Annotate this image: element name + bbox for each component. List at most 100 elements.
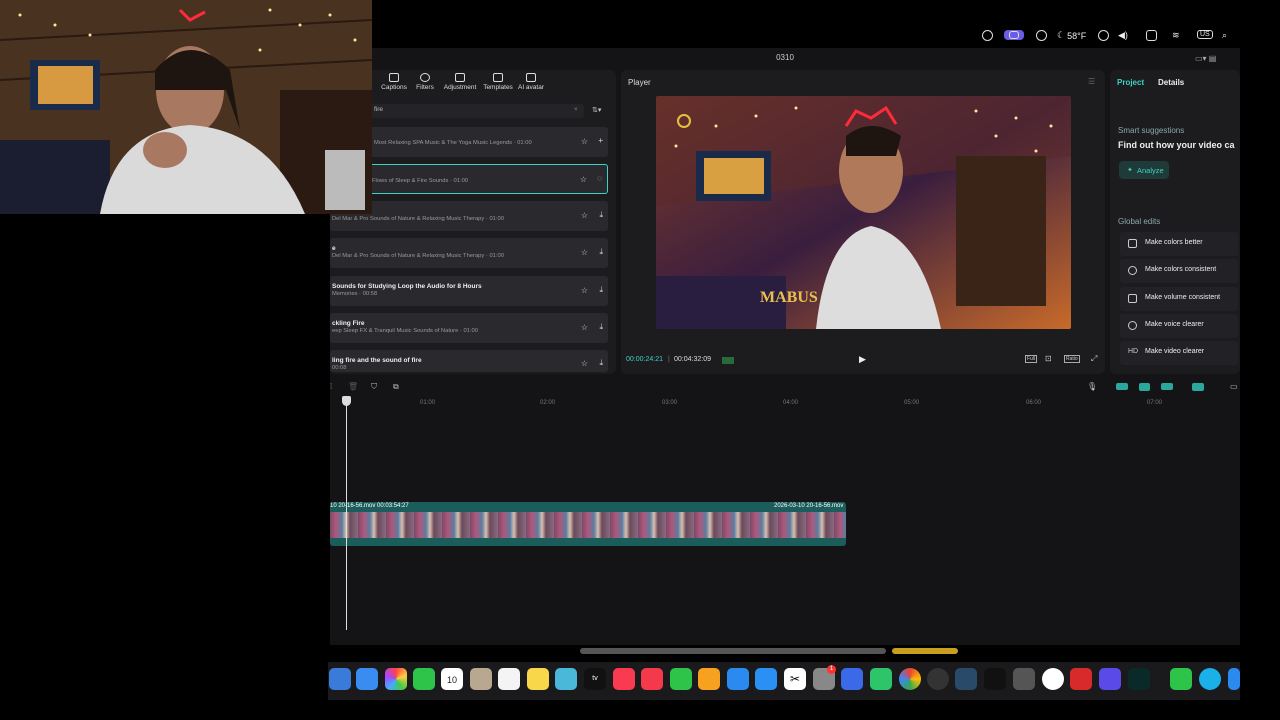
- timeline-scrollbar[interactable]: [580, 648, 886, 654]
- keynote-icon[interactable]: [727, 668, 749, 690]
- favorite-star-icon[interactable]: ☆: [581, 286, 588, 295]
- track-title: Sounds for Studying Loop the Audio for 8…: [332, 283, 482, 290]
- aspect-icon[interactable]: ⧉: [393, 382, 399, 392]
- layout-icon[interactable]: ▭▾ ▤: [1195, 54, 1216, 63]
- weather-temp: 58°F: [1067, 30, 1087, 41]
- numbers-icon[interactable]: [670, 668, 692, 690]
- download-icon[interactable]: ⤓: [599, 285, 603, 295]
- tool-ai-avatar[interactable]: AI avatar: [511, 73, 551, 91]
- favorite-star-icon[interactable]: ☆: [581, 211, 588, 220]
- tool-adjustment[interactable]: Adjustment: [440, 73, 480, 91]
- preview-app-icon[interactable]: [841, 668, 863, 690]
- obs-icon[interactable]: [927, 668, 949, 690]
- control-icon[interactable]: [982, 30, 993, 41]
- chrome-icon[interactable]: [899, 668, 921, 690]
- list-item[interactable]: ckling Fire eep Sleep FX & Tranquil Musi…: [330, 313, 608, 343]
- tiktok-icon[interactable]: [984, 668, 1006, 690]
- tab-details[interactable]: Details: [1158, 78, 1184, 87]
- download-icon[interactable]: ⤓: [599, 247, 603, 257]
- download-icon[interactable]: ⤓: [599, 210, 603, 220]
- zoom-fit-icon[interactable]: ▭: [1230, 382, 1238, 391]
- analyze-button[interactable]: ✦ Analyze: [1119, 161, 1169, 179]
- list-item[interactable]: e Del Mar & Pro Sounds of Nature & Relax…: [330, 238, 608, 268]
- screen-share-icon[interactable]: [1004, 30, 1024, 40]
- apple-tv-icon[interactable]: tv: [584, 668, 606, 690]
- clip-thumbnails: [330, 512, 846, 538]
- favorite-star-icon[interactable]: ☆: [580, 175, 587, 184]
- favorite-star-icon[interactable]: ☆: [581, 248, 588, 257]
- grid-app-icon[interactable]: [1099, 668, 1121, 690]
- freeform-icon[interactable]: [555, 668, 577, 690]
- reminders-icon[interactable]: [498, 668, 520, 690]
- contacts-icon[interactable]: [470, 668, 492, 690]
- edit-make-video-clearer[interactable]: HD Make video clearer: [1120, 341, 1238, 365]
- playhead-handle[interactable]: [342, 396, 351, 406]
- snap-toggle-icon[interactable]: [1161, 383, 1173, 390]
- calendar-icon[interactable]: 10: [441, 668, 463, 690]
- whatsapp-icon[interactable]: [870, 668, 892, 690]
- edit-make-volume-consistent[interactable]: Make volume consistent: [1120, 287, 1238, 311]
- script-editor-icon[interactable]: [1013, 668, 1035, 690]
- list-item[interactable]: ling fire and the sound of fire 00:08 ☆ …: [330, 350, 608, 372]
- among-us-icon[interactable]: [1070, 668, 1092, 690]
- waveform-app-icon[interactable]: [1128, 668, 1150, 690]
- tab-project[interactable]: Project: [1117, 78, 1144, 87]
- edit-make-voice-clearer[interactable]: Make voice clearer: [1120, 314, 1238, 338]
- partial-dock-icon[interactable]: [1228, 668, 1240, 690]
- ratio-button[interactable]: Ratio: [1064, 355, 1080, 363]
- list-item[interactable]: Sounds for Studying Loop the Audio for 8…: [330, 276, 608, 306]
- notes-icon[interactable]: [527, 668, 549, 690]
- weather-widget[interactable]: ☾ 58°F: [1057, 30, 1086, 41]
- play-button[interactable]: ▶: [859, 354, 866, 365]
- filter-sort-icon[interactable]: ⇅▾: [592, 106, 601, 114]
- input-source-badge[interactable]: US: [1197, 30, 1213, 39]
- favorite-star-icon[interactable]: ☆: [581, 137, 588, 146]
- download-icon[interactable]: ⤓: [599, 322, 603, 332]
- split-icon[interactable]: ⁞: [330, 382, 332, 391]
- favorite-star-icon[interactable]: ☆: [581, 323, 588, 332]
- app-store-icon[interactable]: [755, 668, 777, 690]
- favorite-star-icon[interactable]: ☆: [581, 359, 588, 368]
- fullscreen-icon[interactable]: ⤢: [1091, 354, 1097, 364]
- magnet-toggle-icon[interactable]: [1139, 383, 1150, 391]
- play-icon[interactable]: [1098, 30, 1109, 41]
- volume-icon[interactable]: ◀): [1118, 30, 1128, 41]
- download-icon[interactable]: ⤓: [599, 358, 603, 368]
- video-frame: [656, 96, 1071, 329]
- link-toggle-icon[interactable]: [1116, 383, 1128, 390]
- add-icon[interactable]: +: [598, 136, 603, 145]
- playhead[interactable]: [346, 398, 347, 630]
- preview-toggle-icon[interactable]: [1192, 383, 1204, 391]
- photos-icon[interactable]: [385, 668, 407, 690]
- player-menu-icon[interactable]: ☰: [1088, 77, 1095, 86]
- focus-icon[interactable]: [1036, 30, 1047, 41]
- pages-icon[interactable]: [698, 668, 720, 690]
- chatgpt-icon[interactable]: [1042, 668, 1064, 690]
- edit-make-colors-consistent[interactable]: Make colors consistent: [1120, 259, 1238, 283]
- capcut-icon[interactable]: ✂: [784, 668, 806, 690]
- stocks-icon[interactable]: [955, 668, 977, 690]
- delete-icon[interactable]: 🗑: [348, 382, 358, 391]
- window-icon[interactable]: [1146, 30, 1157, 41]
- finder-search-icon[interactable]: [1199, 668, 1221, 690]
- clear-search-icon[interactable]: ×: [574, 107, 578, 113]
- crop-icon[interactable]: ⊡: [1045, 354, 1052, 363]
- spotlight-search-icon[interactable]: ⌕: [1222, 30, 1227, 41]
- wifi-icon[interactable]: ≋: [1172, 30, 1180, 41]
- tool-filters[interactable]: Filters: [405, 73, 445, 91]
- news-icon[interactable]: [641, 668, 663, 690]
- launchpad-icon[interactable]: [356, 668, 378, 690]
- search-input[interactable]: fire: [370, 104, 584, 118]
- edit-make-colors-better[interactable]: Make colors better: [1120, 232, 1238, 256]
- microphone-icon[interactable]: 🎙: [1087, 382, 1097, 391]
- full-quality-button[interactable]: Full: [1025, 355, 1038, 363]
- ruler-tick: 07:00: [1147, 400, 1163, 406]
- shield-icon[interactable]: ⛉: [371, 382, 377, 392]
- notification-badge: 1: [827, 665, 836, 674]
- finder-icon[interactable]: [329, 668, 351, 690]
- facetime-icon[interactable]: [413, 668, 435, 690]
- video-preview[interactable]: MABUS: [656, 96, 1071, 329]
- music-icon[interactable]: [613, 668, 635, 690]
- phone-icon[interactable]: [1170, 668, 1192, 690]
- video-clip[interactable]: 10 20-16-56.mov 00:03:54:27 2026-03-10 2…: [330, 502, 846, 546]
